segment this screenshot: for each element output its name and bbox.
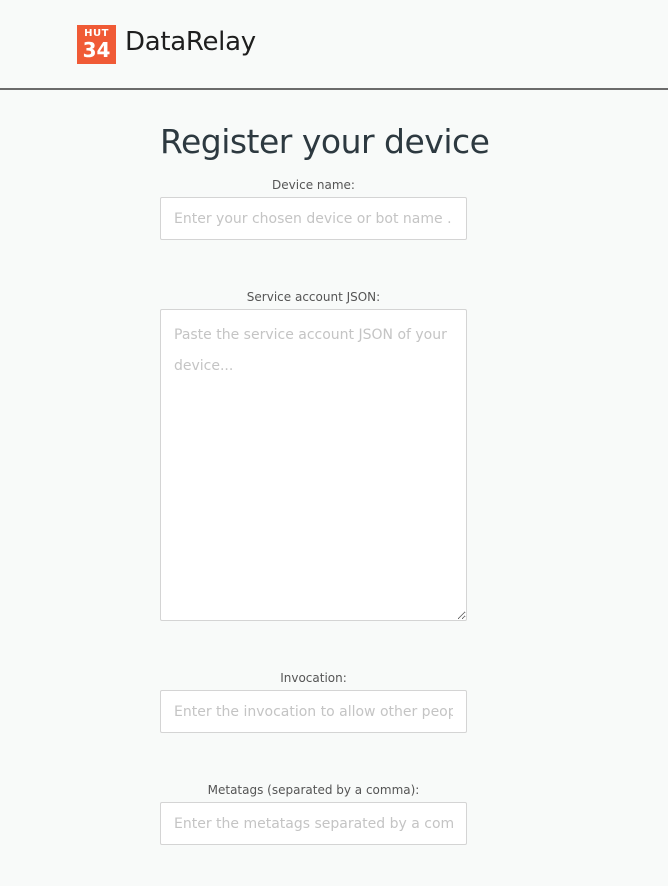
device-name-input[interactable] — [160, 197, 467, 240]
page-title: Register your device — [160, 122, 490, 161]
invocation-label: Invocation: — [280, 671, 347, 685]
brand-name[interactable]: DataRelay — [125, 26, 256, 58]
invocation-input[interactable] — [160, 690, 467, 733]
service-account-json-label: Service account JSON: — [246, 290, 381, 304]
hut34-logo[interactable]: HUT 34 — [77, 25, 116, 64]
logo-text-bottom: 34 — [82, 38, 111, 62]
metatags-label: Metatags (separated by a comma): — [207, 783, 420, 797]
service-account-json-textarea[interactable] — [160, 309, 467, 621]
site-header: HUT 34 DataRelay — [0, 0, 668, 90]
device-name-label: Device name: — [272, 178, 355, 192]
metatags-input[interactable] — [160, 802, 467, 845]
